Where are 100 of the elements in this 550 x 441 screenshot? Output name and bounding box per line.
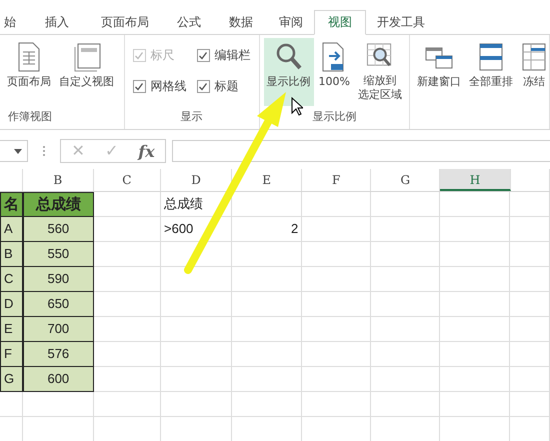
ribbon-button[interactable]: 显示比例 — [264, 38, 314, 106]
table-cell — [510, 392, 550, 417]
table-cell — [440, 292, 510, 317]
table-cell — [302, 217, 372, 242]
table-cell: 650 — [22, 292, 94, 317]
table-cell: B — [0, 242, 23, 267]
mouse-pointer-icon — [291, 97, 303, 116]
column-header[interactable]: D — [160, 169, 232, 191]
ribbon-tab[interactable]: 插入 — [28, 10, 86, 34]
table-cell — [510, 242, 550, 267]
insert-function-button[interactable]: fx — [134, 142, 159, 160]
table-cell — [160, 392, 232, 417]
table-cell — [510, 342, 550, 367]
table-cell: >600 — [161, 217, 232, 242]
ribbon-button[interactable]: 冻结 — [518, 38, 550, 106]
table-cell — [94, 367, 161, 392]
ribbon-tab[interactable]: 公式 — [164, 10, 214, 34]
check-icon — [198, 50, 208, 60]
table-cell — [510, 217, 550, 242]
table-cell — [440, 217, 510, 242]
freeze-panes-icon — [521, 42, 547, 72]
drag-handle-icon — [42, 145, 46, 157]
table-cell — [232, 367, 302, 392]
ribbon-button[interactable]: 全部重排 — [466, 38, 516, 106]
formula-input[interactable] — [172, 140, 550, 162]
ribbon-button[interactable]: 页面布局 — [4, 38, 54, 106]
table-cell: 2 — [232, 217, 302, 242]
table-cell — [510, 267, 550, 292]
table-cell — [371, 367, 440, 392]
checkbox[interactable]: 编辑栏 — [196, 47, 261, 64]
table-cell — [302, 342, 372, 367]
table-cell — [440, 267, 510, 292]
table-cell — [232, 292, 302, 317]
table-cell — [94, 242, 161, 267]
table-cell — [371, 267, 440, 292]
table-cell: 600 — [22, 367, 94, 392]
column-header[interactable]: H — [440, 169, 511, 191]
table-cell — [232, 392, 302, 417]
ribbon-tab[interactable]: 视图 — [314, 10, 366, 35]
group-label: 显示 — [180, 109, 204, 125]
table-cell — [510, 292, 550, 317]
table-cell — [302, 367, 372, 392]
check-icon — [198, 82, 208, 92]
ribbon-tab[interactable]: 审阅 — [268, 10, 314, 34]
table-cell — [232, 242, 302, 267]
table-cell — [232, 267, 302, 292]
table-cell — [440, 342, 510, 367]
checkbox[interactable]: 网格线 — [132, 78, 195, 95]
table-cell: 560 — [22, 217, 94, 242]
table-cell — [94, 392, 161, 417]
table-cell — [510, 317, 550, 342]
page-icon — [17, 42, 41, 72]
table-cell — [161, 342, 232, 367]
table-cell: C — [0, 267, 23, 292]
table-cell: 590 — [22, 267, 94, 292]
table-cell — [302, 267, 372, 292]
ribbon-tab[interactable]: 数据 — [214, 10, 268, 34]
table-cell — [232, 317, 302, 342]
table-cell — [440, 367, 510, 392]
table-cell — [161, 367, 232, 392]
table-cell — [371, 292, 440, 317]
table-cell — [302, 292, 372, 317]
table-cell: 550 — [22, 242, 94, 267]
table-cell — [371, 392, 440, 417]
ribbon-tab[interactable]: 开发工具 — [366, 10, 436, 34]
name-box[interactable] — [0, 140, 28, 162]
table-cell — [371, 242, 440, 267]
column-header[interactable]: F — [302, 169, 372, 191]
table-cell — [440, 392, 510, 417]
table-cell — [371, 342, 440, 367]
table-cell: F — [0, 342, 23, 367]
table-cell — [302, 242, 372, 267]
ribbon-tab[interactable]: 始 — [0, 10, 28, 34]
table-cell — [302, 317, 372, 342]
table-cell — [161, 267, 232, 292]
table-cell — [0, 392, 23, 417]
table-cell — [510, 367, 550, 392]
table-cell — [94, 292, 161, 317]
ribbon-button[interactable]: 缩放到 选定区域 — [355, 38, 405, 106]
check-icon — [134, 82, 144, 92]
table-cell — [232, 342, 302, 367]
table-cell — [94, 267, 161, 292]
group-label: 显示比例 — [311, 109, 358, 125]
column-header[interactable]: C — [94, 169, 161, 191]
ribbon-button[interactable]: 100% — [316, 38, 353, 106]
table-cell — [371, 217, 440, 242]
column-header[interactable]: E — [232, 169, 302, 191]
table-cell: 总成绩 — [22, 192, 94, 217]
arrange-windows-icon — [478, 42, 504, 72]
window-icon — [72, 42, 102, 72]
table-cell — [161, 292, 232, 317]
ribbon-button[interactable]: 新建窗口 — [414, 38, 464, 106]
table-cell: G — [0, 367, 23, 392]
column-header[interactable]: B — [22, 169, 94, 191]
table-cell: D — [0, 292, 23, 317]
ribbon-tab[interactable]: 页面布局 — [86, 10, 164, 34]
checkbox[interactable]: 标题 — [196, 78, 261, 95]
check-icon — [134, 50, 144, 60]
ribbon-button[interactable]: 自定义视图 — [56, 38, 117, 106]
search-icon — [274, 42, 303, 72]
